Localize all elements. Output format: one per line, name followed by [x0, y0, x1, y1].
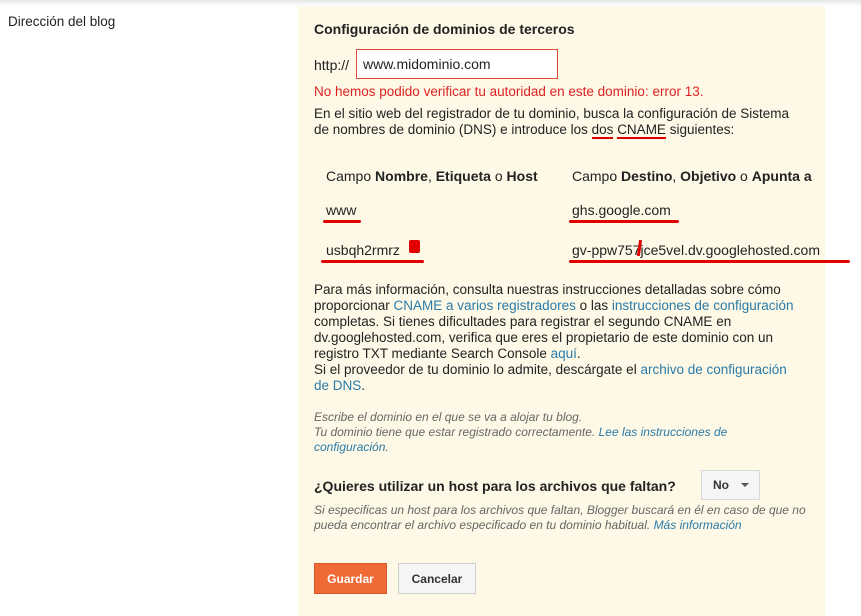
cname-registrars-link[interactable]: CNAME a varios registradores: [394, 298, 576, 313]
error-message: No hemos podido verificar tu autoridad e…: [314, 84, 704, 99]
table-header-target: Campo Destino, Objetivo o Apunta a: [572, 168, 812, 184]
missing-files-host-question: ¿Quieres utilizar un host para los archi…: [314, 478, 676, 494]
annotation-underline: [321, 260, 424, 263]
cname-row-1-name: www: [326, 202, 357, 218]
table-header-name: Campo Nombre, Etiqueta o Host: [326, 168, 538, 184]
setup-instructions-link[interactable]: instrucciones de configuración: [612, 298, 794, 313]
annotation-underline: [569, 220, 679, 223]
domain-help-note: Escribe el dominio en el que se va a alo…: [314, 410, 728, 454]
cname-row-2-target: gv-ppw757jce5vel.dv.googlehosted.com: [572, 242, 821, 258]
cname-row-1-target: ghs.google.com: [572, 202, 671, 218]
missing-files-help-note: Si especificas un host para los archivos…: [314, 503, 806, 532]
annotation-redaction: [409, 240, 420, 253]
search-console-link[interactable]: aquí: [551, 346, 577, 361]
section-title: Configuración de dominios de terceros: [314, 21, 575, 37]
cname-highlight: CNAME: [617, 122, 666, 139]
dns-instructions: En el sitio web del registrador de tu do…: [314, 106, 790, 139]
more-info-paragraph: Para más información, consulta nuestras …: [314, 282, 794, 393]
domain-input[interactable]: [356, 49, 558, 79]
cname-row-2-name: usbqh2rmrz: [326, 242, 400, 258]
annotation-underline: [569, 260, 850, 263]
chevron-down-icon: [741, 483, 749, 487]
dos-highlight: dos: [591, 122, 614, 139]
save-button[interactable]: Guardar: [314, 563, 387, 594]
missing-files-host-select[interactable]: No: [701, 470, 760, 500]
annotation-underline: [323, 220, 361, 223]
http-prefix: http://: [314, 57, 350, 73]
settings-label-blog-address: Dirección del blog: [8, 14, 116, 29]
cancel-button[interactable]: Cancelar: [398, 563, 476, 594]
more-info-link[interactable]: Más información: [654, 518, 742, 532]
